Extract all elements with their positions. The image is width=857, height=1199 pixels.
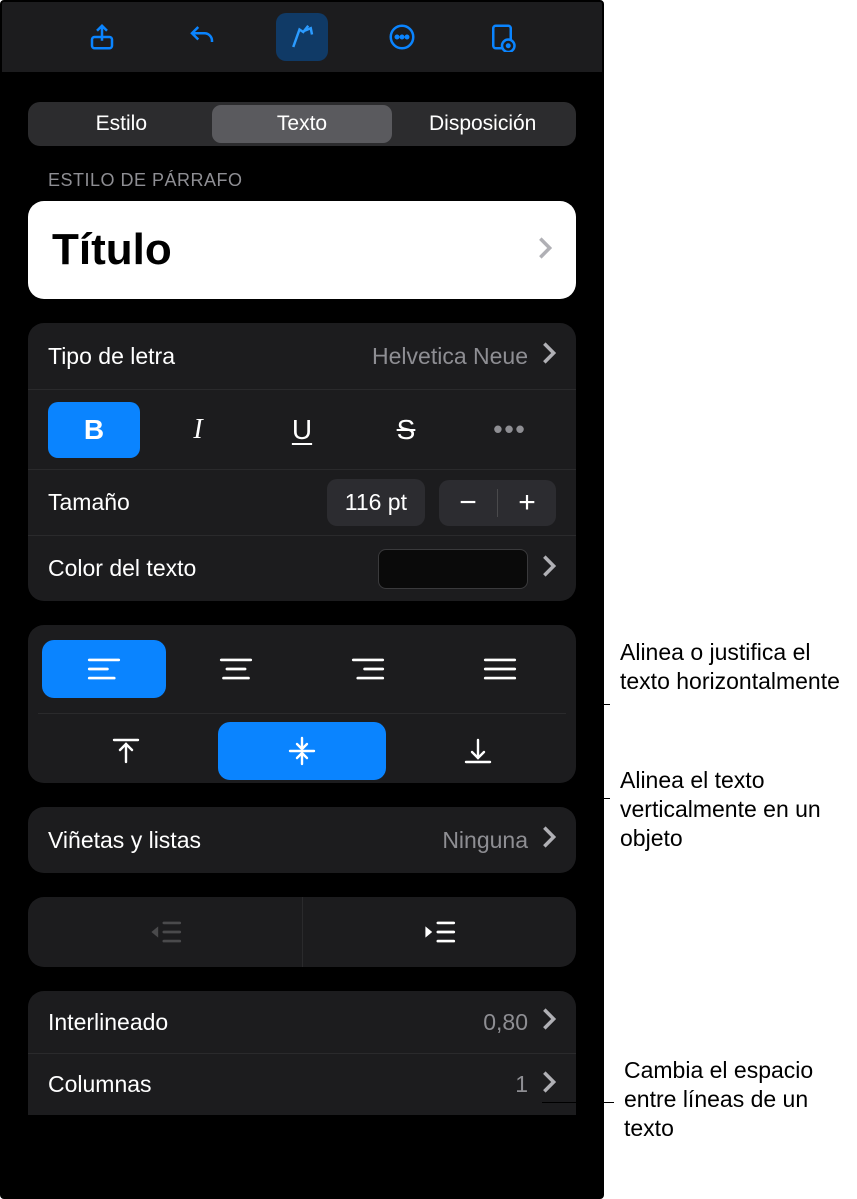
- chevron-right-icon: [542, 1007, 556, 1037]
- callout-linespace: Cambia el espacio entre líneas de un tex…: [542, 1056, 857, 1176]
- valign-top-button[interactable]: [42, 722, 210, 780]
- size-increase-button[interactable]: +: [498, 480, 556, 526]
- increase-indent-button[interactable]: [302, 897, 577, 967]
- tab-style[interactable]: Estilo: [31, 105, 212, 143]
- columns-value: 1: [515, 1071, 528, 1098]
- alignment-group: [28, 625, 576, 783]
- format-button[interactable]: [276, 13, 328, 61]
- align-center-button[interactable]: [174, 640, 298, 698]
- horizontal-align-row: [38, 639, 566, 699]
- strikethrough-button[interactable]: S: [360, 402, 452, 458]
- italic-button[interactable]: I: [152, 402, 244, 458]
- font-size-value[interactable]: 116 pt: [327, 479, 425, 526]
- align-left-button[interactable]: [42, 640, 166, 698]
- share-button[interactable]: [76, 13, 128, 61]
- align-justify-button[interactable]: [438, 640, 562, 698]
- bullets-group: Viñetas y listas Ninguna: [28, 807, 576, 873]
- chevron-right-icon: [542, 554, 556, 584]
- chevron-right-icon: [538, 236, 552, 265]
- valign-middle-button[interactable]: [218, 722, 386, 780]
- font-size-row: Tamaño 116 pt − +: [28, 469, 576, 535]
- indent-group: [28, 897, 576, 967]
- text-color-swatch[interactable]: [378, 549, 528, 589]
- bullets-value: Ninguna: [442, 827, 528, 854]
- font-group: Tipo de letra Helvetica Neue B I U S •••…: [28, 323, 576, 601]
- tab-text[interactable]: Texto: [212, 105, 393, 143]
- vertical-align-row: [38, 713, 566, 773]
- bullets-label: Viñetas y listas: [48, 827, 201, 854]
- align-right-button[interactable]: [306, 640, 430, 698]
- document-button[interactable]: [476, 13, 528, 61]
- tab-layout[interactable]: Disposición: [392, 105, 573, 143]
- font-type-value: Helvetica Neue: [372, 343, 528, 370]
- paragraph-style-name: Título: [52, 225, 172, 275]
- line-spacing-label: Interlineado: [48, 1009, 168, 1036]
- chevron-right-icon: [542, 341, 556, 371]
- valign-bottom-button[interactable]: [394, 722, 562, 780]
- more-button[interactable]: [376, 13, 428, 61]
- toolbar: [2, 2, 602, 72]
- callout-halign: Alinea o justifica el texto horizontalme…: [578, 638, 857, 758]
- bullets-row[interactable]: Viñetas y listas Ninguna: [28, 807, 576, 873]
- font-style-row: B I U S •••: [28, 389, 576, 469]
- size-decrease-button[interactable]: −: [439, 480, 497, 526]
- spacing-group: Interlineado 0,80 Columnas 1: [28, 991, 576, 1115]
- font-type-row[interactable]: Tipo de letra Helvetica Neue: [28, 323, 576, 389]
- underline-button[interactable]: U: [256, 402, 348, 458]
- text-color-row[interactable]: Color del texto: [28, 535, 576, 601]
- font-size-label: Tamaño: [48, 489, 130, 516]
- line-spacing-value: 0,80: [483, 1009, 528, 1036]
- undo-button[interactable]: [176, 13, 228, 61]
- columns-row[interactable]: Columnas 1: [28, 1053, 576, 1115]
- font-type-label: Tipo de letra: [48, 343, 175, 370]
- paragraph-style-header: ESTILO DE PÁRRAFO: [48, 170, 576, 191]
- font-size-stepper: − +: [439, 480, 556, 526]
- text-color-label: Color del texto: [48, 555, 196, 582]
- decrease-indent-button[interactable]: [28, 897, 302, 967]
- chevron-right-icon: [542, 825, 556, 855]
- line-spacing-row[interactable]: Interlineado 0,80: [28, 991, 576, 1053]
- callout-valign: Alinea el texto verticalmente en un obje…: [578, 752, 857, 872]
- font-more-button[interactable]: •••: [464, 402, 556, 458]
- paragraph-style-picker[interactable]: Título: [28, 201, 576, 299]
- columns-label: Columnas: [48, 1071, 152, 1098]
- inspector-tabs: Estilo Texto Disposición: [28, 102, 576, 146]
- bold-button[interactable]: B: [48, 402, 140, 458]
